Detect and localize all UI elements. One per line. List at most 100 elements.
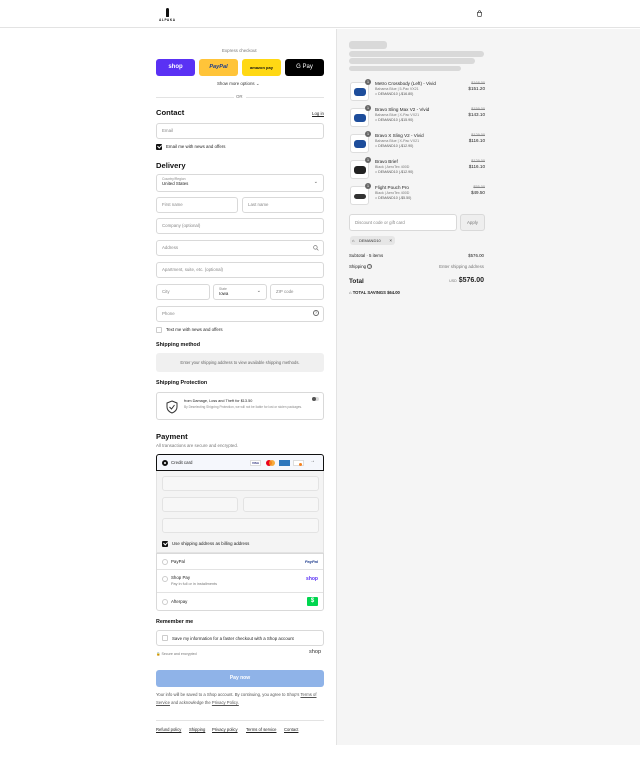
footer-terms-of-service[interactable]: Terms of service [246,727,276,732]
shop-pay-label: shop [168,64,183,70]
last-name-field[interactable]: Last name [242,197,324,213]
afterpay-option[interactable]: Afterpay $ [157,593,323,611]
billing-label: Use shipping address as billing address [172,541,250,546]
shop-pay-radio[interactable] [162,576,168,582]
show-more-options[interactable]: Show more options ⌄ [217,81,260,87]
credit-card-option[interactable]: Credit card VISA → [156,454,324,471]
remember-checkbox[interactable] [162,635,168,641]
afterpay-option-label: Afterpay [171,599,188,604]
footer-refund-policy[interactable]: Refund policy [156,727,181,732]
apartment-field[interactable]: Apartment, suite, etc. (optional) [156,262,324,278]
amex-icon [279,460,290,466]
shipping-label-text: Shipping [349,264,367,269]
text-label: Text me with news and offers [166,327,223,332]
product-name: Flight Pouch Pro [375,185,409,190]
privacy-link[interactable]: Privacy Policy. [212,700,239,705]
discount-text: DEMAND10 (-$5.50) [378,196,412,200]
shield-icon [166,400,178,414]
mastercard-icon [265,460,276,466]
total-label: Total [349,278,364,285]
company-placeholder: Company (optional) [162,223,201,228]
remember-box[interactable]: Save my information for a faster checkou… [156,630,324,646]
close-icon[interactable]: × [389,236,392,245]
product-variant: Black | AeroTex 400D [375,165,410,169]
more-cards-icon: → [310,458,315,464]
discount-code-input[interactable]: Discount code or gift card [349,214,457,231]
total-savings: ⌂ TOTAL SAVINGS $64.00 [349,290,400,295]
paypal-label: PayPal [209,64,228,70]
cart-item: 1 Bravo Sling Max V2 - Vivid Bahama Blue… [350,105,485,128]
or-separator: OR [236,94,243,99]
remember-heading: Remember me [156,619,194,625]
protection-toggle[interactable] [312,397,319,401]
email-field[interactable]: Email [156,123,324,139]
footer-privacy-policy[interactable]: Privacy policy [212,727,238,732]
brand-logo[interactable]: ALPAKA [159,8,175,22]
cart-item: 1 Metro Crossbody (Left) - Vivid Bahama … [350,79,485,102]
card-number-field[interactable] [162,476,319,491]
original-price: $129.00 [471,133,485,137]
help-icon[interactable]: ? [367,264,373,269]
amazon-pay-label: amazon pay [250,65,273,70]
search-icon [313,245,319,251]
zip-field[interactable]: ZIP code [270,284,324,300]
chevron-down-icon: ⌄ [256,288,261,294]
address-field[interactable]: Address [156,240,324,256]
country-select[interactable]: Country/Region United States ⌄ [156,174,324,192]
state-value: Iowa [219,291,229,296]
pay-now-button[interactable]: Pay now [156,670,324,687]
billing-checkbox[interactable] [162,541,168,547]
product-variant: Bahama Blue | 5-Pac VX21 [375,87,419,91]
lock-icon: 🔒 [156,652,161,656]
sale-price: $143.10 [468,112,485,117]
city-field[interactable]: City [156,284,210,300]
quantity-badge: 1 [365,105,371,111]
paypal-button[interactable]: PayPal [199,59,238,76]
name-on-card-field[interactable] [162,518,319,533]
state-select[interactable]: State Iowa ⌄ [213,284,267,300]
afterpay-radio[interactable] [162,599,168,605]
first-name-field[interactable]: First name [156,197,238,213]
sale-price: $151.20 [468,86,485,91]
shopping-bag-icon[interactable] [476,10,483,17]
google-pay-button[interactable]: G Pay [285,59,324,76]
product-name: Bravo X Sling V2 - Vivid [375,133,424,138]
last-name-placeholder: Last name [248,202,269,207]
company-field[interactable]: Company (optional) [156,218,324,234]
amazon-pay-button[interactable]: amazon pay [242,59,281,76]
discover-icon [293,460,304,466]
shipping-value: Enter shipping address [439,264,484,269]
help-icon[interactable]: ? [313,310,319,316]
divider-left [156,97,234,98]
chevron-down-icon: ⌄ [313,179,318,185]
original-price: $168.00 [471,81,485,85]
quantity-badge: 1 [365,79,371,85]
apply-button[interactable]: Apply [460,214,485,231]
secure-label: Secure and encrypted [161,652,197,656]
security-code-field[interactable] [243,497,319,512]
paypal-option[interactable]: PayPal PayPal [157,554,323,570]
expiration-field[interactable] [162,497,238,512]
news-checkbox[interactable] [156,144,162,150]
footer-shipping[interactable]: Shipping [189,727,205,732]
product-variant: Bahama Blue | X-Pac VX21 [375,113,420,117]
tag-icon: ⌂ [375,118,378,122]
product-discount: ⌂ DEMAND10 (-$12.90) [375,170,413,174]
protection-heading: Shipping Protection [156,380,208,386]
discount-text: DEMAND10 (-$16.80) [378,92,414,96]
alt-payments: PayPal PayPal Shop Pay Pay in full or in… [156,553,324,611]
paypal-radio[interactable] [162,559,168,565]
payment-subtitle: All transactions are secure and encrypte… [156,443,239,448]
login-link[interactable]: Log in [312,111,324,116]
footer-contact[interactable]: Contact [284,727,298,732]
shop-pay-button[interactable]: shop [156,59,195,76]
discount-chip: ⌂ DEMAND10 × [350,236,395,245]
credit-card-radio[interactable] [162,460,168,466]
subtotal-label: Subtotal · 5 items [349,253,384,258]
city-placeholder: City [162,289,170,294]
remember-label: Save my information for a faster checkou… [172,636,294,641]
phone-field[interactable]: Phone ? [156,306,324,322]
text-checkbox[interactable] [156,327,162,333]
shop-pay-option[interactable]: Shop Pay Pay in full or in installments … [157,570,323,593]
discount-text: DEMAND10 (-$12.90) [378,170,414,174]
